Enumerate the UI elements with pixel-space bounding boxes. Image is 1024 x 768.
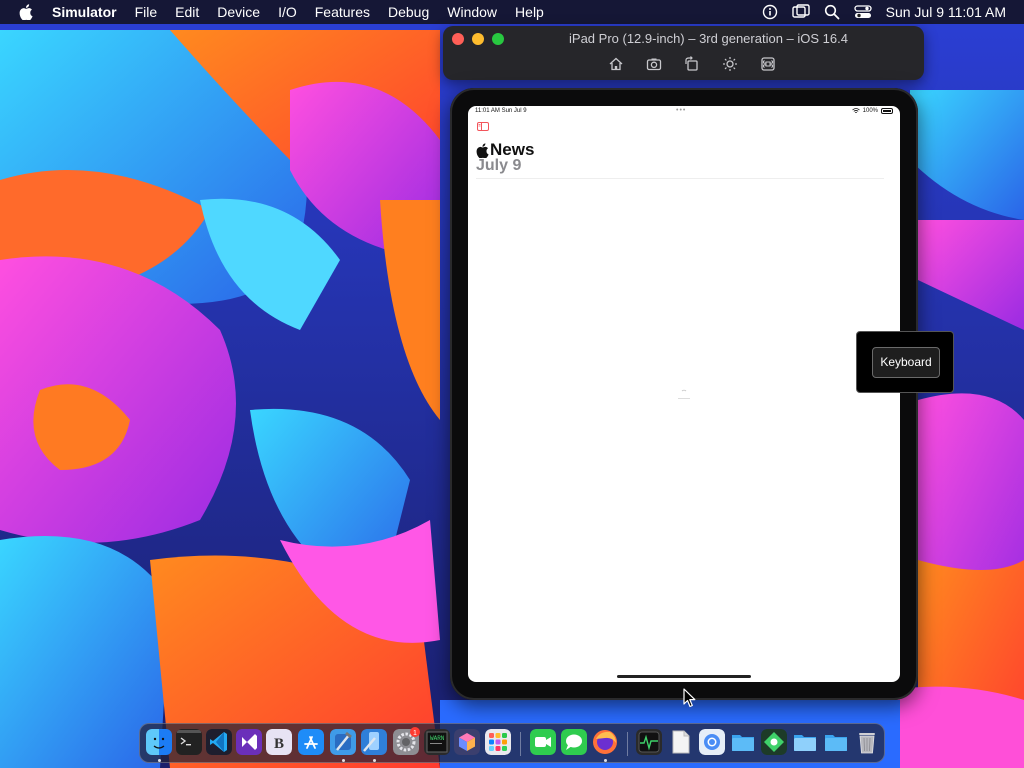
simulator-window-titlebar: iPad Pro (12.9-inch) – 3rd generation – … [443,26,924,80]
apple-logo-icon [19,4,33,20]
simulator-icon[interactable] [361,729,387,755]
battery-icon [881,108,893,114]
multitasking-dots-icon[interactable]: ••• [676,107,686,114]
screen-mirroring-icon[interactable] [791,4,810,20]
trash-icon[interactable] [854,729,880,755]
control-center-icon[interactable] [853,4,872,20]
vscode-icon[interactable] [206,729,232,755]
ipad-screen[interactable]: 11:01 AM Sun Jul 9 ••• 100% News July 9 [468,106,900,682]
terminal-icon[interactable] [176,729,202,755]
dock: B 1 WARN [139,723,885,763]
news-date: July 9 [476,157,522,174]
finder-icon[interactable] [146,729,172,755]
app-store-icon[interactable] [298,729,324,755]
simulator-toolbar [443,56,924,74]
menu-file[interactable]: File [126,0,167,24]
screenshot-icon[interactable] [646,56,662,72]
mouse-cursor-icon [683,688,696,708]
bbedit-icon[interactable]: B [266,729,292,755]
folder-icon[interactable] [823,729,849,755]
keyboard-shortcut-icon[interactable] [760,56,776,72]
notification-badge: 1 [410,727,420,737]
menu-debug[interactable]: Debug [379,0,438,24]
dock-separator [627,732,628,756]
launchpad-icon[interactable] [485,729,511,755]
menu-help[interactable]: Help [506,0,553,24]
folder-icon[interactable] [730,729,756,755]
sidebar-toggle-icon[interactable] [477,122,489,131]
svg-text:B: B [274,736,284,752]
chrome-app-icon[interactable] [699,729,725,755]
wifi-icon [851,108,860,113]
sourcetree-icon[interactable] [761,729,787,755]
visual-studio-icon[interactable] [236,729,262,755]
running-indicator [373,759,376,762]
ipad-status-time: 11:01 AM Sun Jul 9 [475,108,527,114]
header-divider [476,178,884,179]
battery-percentage: 100% [862,108,878,114]
running-indicator [158,759,161,762]
window-title: iPad Pro (12.9-inch) – 3rd generation – … [569,31,848,46]
activity-monitor-icon[interactable] [636,729,662,755]
menu-app-name[interactable]: Simulator [52,0,126,24]
menu-features[interactable]: Features [306,0,379,24]
svg-text:WARN: WARN [430,735,445,742]
appearance-icon[interactable] [722,56,738,72]
dock-separator [520,732,521,756]
close-window-button[interactable] [452,33,464,45]
cube-icon[interactable] [454,729,480,755]
loading-spinner-icon [678,389,690,399]
document-icon[interactable] [668,729,694,755]
home-icon[interactable] [608,56,624,72]
menu-device[interactable]: Device [208,0,269,24]
running-indicator [342,759,345,762]
menu-edit[interactable]: Edit [166,0,208,24]
info-status-icon[interactable] [762,4,778,20]
minimize-window-button[interactable] [472,33,484,45]
keyboard-button[interactable]: Keyboard [872,347,940,378]
messages-icon[interactable] [561,729,587,755]
apple-logo-icon [476,142,489,158]
menu-window[interactable]: Window [438,0,506,24]
console-icon[interactable]: WARN [424,729,450,755]
xcode-icon[interactable] [330,729,356,755]
svg-text:1: 1 [413,730,417,737]
firefox-icon[interactable] [592,729,618,755]
home-indicator[interactable] [617,675,751,678]
folder-icon[interactable] [792,729,818,755]
keyboard-popover: Keyboard [856,331,954,393]
ipad-device-frame: 11:01 AM Sun Jul 9 ••• 100% News July 9 [450,88,918,700]
apple-menu[interactable] [0,4,52,20]
spotlight-search-icon[interactable] [824,4,840,20]
rotate-icon[interactable] [684,56,700,72]
ipad-status-right: 100% [851,108,893,114]
traffic-lights [452,33,504,45]
running-indicator [604,759,607,762]
menu-bar: Simulator File Edit Device I/O Features … [0,0,1024,24]
menu-io[interactable]: I/O [269,0,306,24]
menu-bar-clock[interactable]: Sun Jul 9 11:01 AM [886,4,1006,20]
facetime-icon[interactable] [530,729,556,755]
